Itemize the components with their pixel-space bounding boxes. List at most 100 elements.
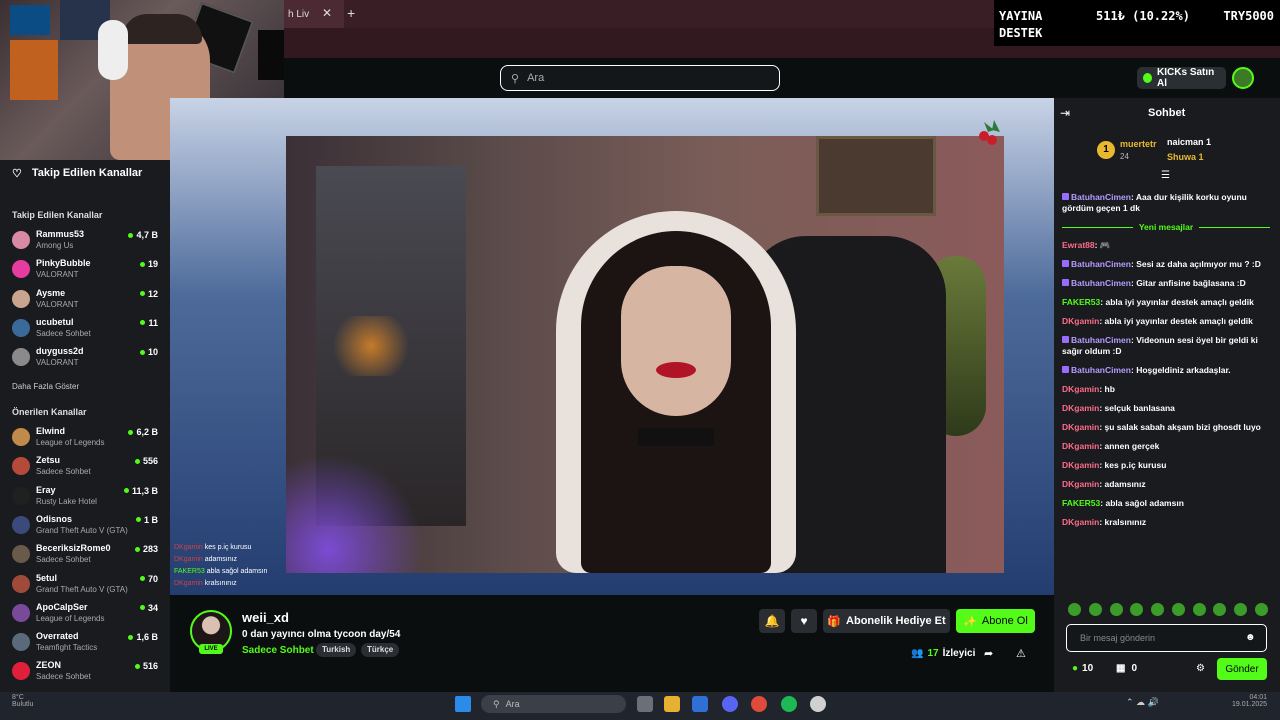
chat-username[interactable]: DKgamin (1062, 384, 1099, 394)
leaderboard-top-user[interactable]: muertetr (1120, 139, 1157, 149)
leaderboard-user[interactable]: naicman 1 (1167, 137, 1211, 147)
report-icon[interactable]: ⚠ (1016, 647, 1026, 660)
leaderboard-user[interactable]: Shuwa 1 (1167, 152, 1204, 162)
viewer-count: 1 B (135, 515, 158, 525)
file-explorer-icon[interactable] (664, 696, 680, 712)
emote-icon[interactable] (1151, 603, 1165, 616)
chat-username[interactable]: DKgamin (1062, 460, 1099, 470)
chat-username[interactable]: DKgamin (1062, 441, 1099, 451)
emoji-icon[interactable]: ☻ (1245, 632, 1256, 643)
channel-name[interactable]: weii_xd (242, 610, 289, 625)
drops-counter[interactable]: ▦ 0 (1116, 663, 1137, 674)
chat-username[interactable]: BatuhanCimen (1071, 335, 1131, 345)
chat-text: Gitar anfisine bağlasana :D (1136, 278, 1246, 288)
subscriber-badge-icon (1062, 193, 1069, 200)
chat-username[interactable]: DKgamin (1062, 316, 1099, 326)
windows-start-icon[interactable] (455, 696, 471, 712)
emote-icon[interactable] (1088, 603, 1102, 616)
stream-tag[interactable]: Turkish (316, 643, 357, 657)
sidebar-channel-item[interactable]: ucubetul Sadece Sohbet 11 (12, 316, 162, 342)
channel-points[interactable]: ● 10 (1072, 663, 1093, 674)
taskbar-search-input[interactable]: ⚲ Ara (481, 695, 626, 713)
channel-category: Sadece Sohbet (36, 328, 91, 338)
overlay-chat-text: abla sağol adamsın (206, 568, 268, 575)
live-dot-icon (128, 232, 134, 238)
channel-category: VALORANT (36, 270, 79, 280)
sidebar-channel-item[interactable]: Zetsu Sadece Sohbet 556 (12, 454, 162, 480)
chrome-icon[interactable] (751, 696, 767, 712)
sidebar-channel-item[interactable]: duyguss2d VALORANT 10 (12, 345, 162, 371)
search-input[interactable]: ⚲ Ara (500, 65, 780, 91)
search-icon: ⚲ (493, 698, 500, 709)
overlay-chat-user: DKgamin (174, 544, 203, 551)
chat-username[interactable]: DKgamin (1062, 479, 1099, 489)
emote-icon[interactable] (1192, 603, 1206, 616)
chat-username[interactable]: DKgamin (1062, 403, 1099, 413)
emote-icon[interactable] (1234, 603, 1248, 616)
sidebar-channel-item[interactable]: ApoCalpSer League of Legends 34 (12, 601, 162, 627)
emote-icon[interactable] (1254, 603, 1268, 616)
viewer-number: 70 (147, 573, 158, 584)
channel-category: VALORANT (36, 358, 79, 368)
chat-username[interactable]: DKgamin (1062, 517, 1099, 527)
follow-heart-button[interactable]: ♥ (791, 609, 817, 633)
channel-category: Sadece Sohbet (36, 555, 91, 565)
chat-settings-gear-icon[interactable]: ⚙ (1196, 663, 1205, 674)
sidebar-channel-item[interactable]: ZEON Sadece Sohbet 516 (12, 659, 162, 685)
chat-username[interactable]: BatuhanCimen (1071, 192, 1131, 202)
show-more-link[interactable]: Daha Fazla Göster (12, 382, 79, 391)
pinned-toggle-icon[interactable]: ☰ (1161, 170, 1170, 181)
share-icon[interactable]: ➦ (984, 647, 993, 660)
task-view-icon[interactable] (637, 696, 653, 712)
sidebar-channel-item[interactable]: BeceriksizRome0 Sadece Sohbet 283 (12, 542, 162, 568)
app-icon[interactable] (810, 696, 826, 712)
system-tray[interactable]: ⌃ ☁ 🔊 (1126, 697, 1159, 708)
stream-category[interactable]: Sadece Sohbet (242, 645, 314, 656)
heart-icon: ♥ (800, 614, 808, 628)
stream-tag[interactable]: Türkçe (361, 643, 400, 657)
chat-username[interactable]: BatuhanCimen (1071, 259, 1131, 269)
collapse-chat-icon[interactable]: ⇥ (1060, 106, 1070, 120)
send-button[interactable]: Gönder (1217, 658, 1267, 680)
emote-icon[interactable] (1171, 603, 1185, 616)
chat-username[interactable]: FAKER53 (1062, 297, 1100, 307)
following-header[interactable]: ♡ Takip Edilen Kanallar (12, 165, 162, 181)
sidebar-channel-item[interactable]: Elwind League of Legends 6,2 B (12, 425, 162, 451)
sidebar-channel-item[interactable]: PinkyBubble VALORANT 19 (12, 257, 162, 283)
tab-close-icon[interactable]: ✕ (322, 6, 336, 22)
chat-username[interactable]: BatuhanCimen (1071, 278, 1131, 288)
chat-username[interactable]: DKgamin (1062, 422, 1099, 432)
kicks-icon (1143, 73, 1153, 83)
emote-icon[interactable] (1130, 603, 1144, 616)
spotify-icon[interactable] (781, 696, 797, 712)
chat-message: DKgamin: şu salak sabah akşam bizi ghosd… (1062, 422, 1261, 432)
sidebar-channel-item[interactable]: Eray Rusty Lake Hotel 11,3 B (12, 484, 162, 510)
emote-icon[interactable] (1109, 603, 1123, 616)
sidebar-channel-item[interactable]: Aysme VALORANT 12 (12, 287, 162, 313)
clock[interactable]: 04:01 19.01.2025 (1232, 694, 1267, 708)
emote-icon[interactable] (1213, 603, 1227, 616)
channel-category: League of Legends (36, 613, 105, 623)
chat-username[interactable]: BatuhanCimen (1071, 365, 1131, 375)
discord-icon[interactable] (722, 696, 738, 712)
buy-kicks-button[interactable]: KICKs Satın Al (1137, 67, 1226, 89)
sidebar-channel-item[interactable]: Rammus53 Among Us 4,7 B (12, 228, 162, 254)
sidebar-channel-item[interactable]: Odisnos Grand Theft Auto V (GTA) 1 B (12, 513, 162, 539)
channel-name: Overrated (36, 631, 79, 642)
user-avatar[interactable] (1232, 67, 1254, 89)
chat-username[interactable]: Ewrat88 (1062, 240, 1095, 250)
subscribe-button[interactable]: ✨ Abone Ol (956, 609, 1035, 633)
notification-bell-button[interactable]: 🔔 (759, 609, 785, 633)
gift-subscription-button[interactable]: 🎁 Abonelik Hediye Et (823, 609, 950, 633)
channel-avatar (12, 633, 30, 652)
chat-username[interactable]: FAKER53 (1062, 498, 1100, 508)
weather-widget[interactable]: 8°C Bulutlu (12, 694, 33, 708)
sidebar-channel-item[interactable]: 5etul Grand Theft Auto V (GTA) 70 (12, 572, 162, 598)
store-icon[interactable] (692, 696, 708, 712)
emote-icon[interactable] (1068, 603, 1081, 616)
channel-name: Zetsu (36, 455, 61, 466)
new-tab-icon[interactable]: + (347, 5, 361, 21)
sidebar-channel-item[interactable]: Overrated Teamfight Tactics 1,6 B (12, 630, 162, 656)
chat-message-input[interactable]: Bir mesaj gönderin (1066, 624, 1267, 652)
video-player[interactable] (170, 98, 1054, 595)
